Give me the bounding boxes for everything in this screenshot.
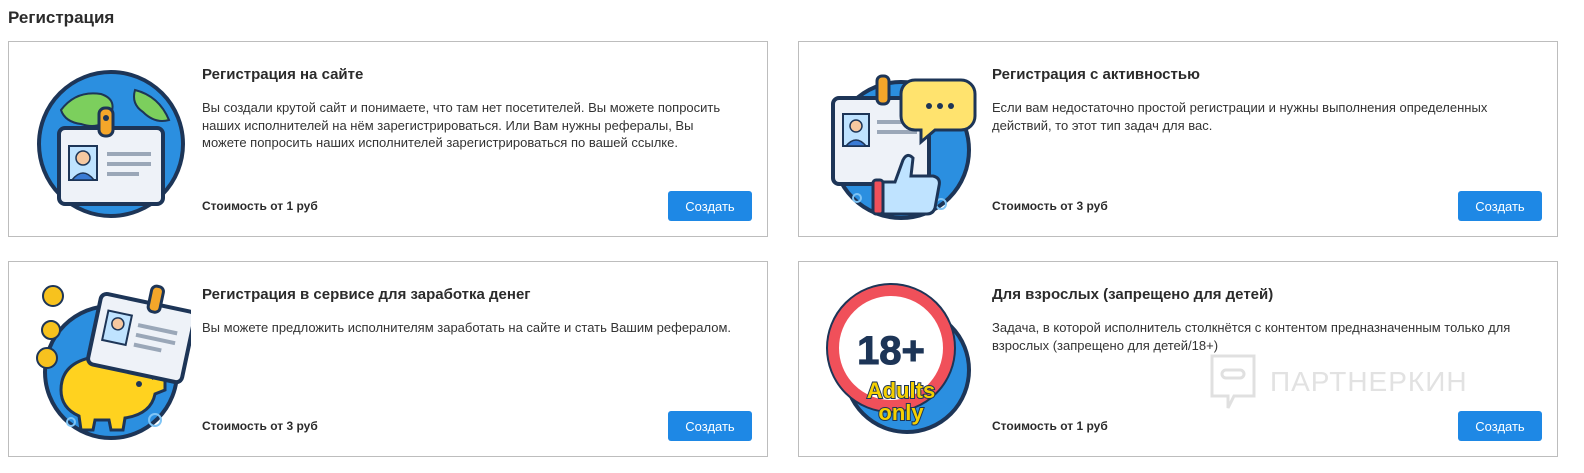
create-button[interactable]: Создать	[668, 411, 752, 441]
card-description: Задача, в которой исполнитель столкнётся…	[992, 320, 1511, 353]
card-title: Для взрослых (запрещено для детей)	[992, 286, 1274, 303]
card-title: Регистрация на сайте	[202, 66, 364, 83]
card-price: Стоимость от 3 руб	[992, 199, 1108, 213]
badge-number: 18+	[857, 329, 925, 373]
card-title: Регистрация с активностью	[992, 66, 1200, 83]
create-button[interactable]: Создать	[1458, 411, 1542, 441]
card-price: Стоимость от 3 руб	[202, 419, 318, 433]
watermark-logo-icon	[1210, 354, 1256, 409]
badge-line2: only	[878, 400, 924, 425]
page-title: Регистрация	[8, 8, 115, 27]
id-card-thumbs-up-icon	[831, 74, 977, 220]
task-card-site-registration: Регистрация на сайте Вы создали крутой с…	[8, 41, 768, 237]
id-card-piggy-bank-icon	[36, 284, 191, 440]
task-card-registration-activity: Регистрация с активностью Если вам недос…	[798, 41, 1558, 237]
id-card-globe-icon	[37, 70, 185, 218]
card-price: Стоимость от 1 руб	[202, 199, 318, 213]
task-card-earning-service: Регистрация в сервисе для заработка дене…	[8, 261, 768, 457]
watermark: ПАРТНЕРКИН	[1208, 352, 1468, 412]
card-description: Если вам недостаточно простой регистраци…	[992, 100, 1488, 133]
card-title: Регистрация в сервисе для заработка дене…	[202, 286, 531, 303]
adults-only-18-icon: 18+ Adults only	[826, 283, 971, 434]
card-description: Вы можете предложить исполнителям зарабо…	[202, 320, 732, 335]
create-button[interactable]: Создать	[668, 191, 752, 221]
card-price: Стоимость от 1 руб	[992, 419, 1108, 433]
create-button[interactable]: Создать	[1458, 191, 1542, 221]
card-description: Вы создали крутой сайт и понимаете, что …	[202, 100, 721, 150]
watermark-text: ПАРТНЕРКИН	[1270, 366, 1468, 397]
